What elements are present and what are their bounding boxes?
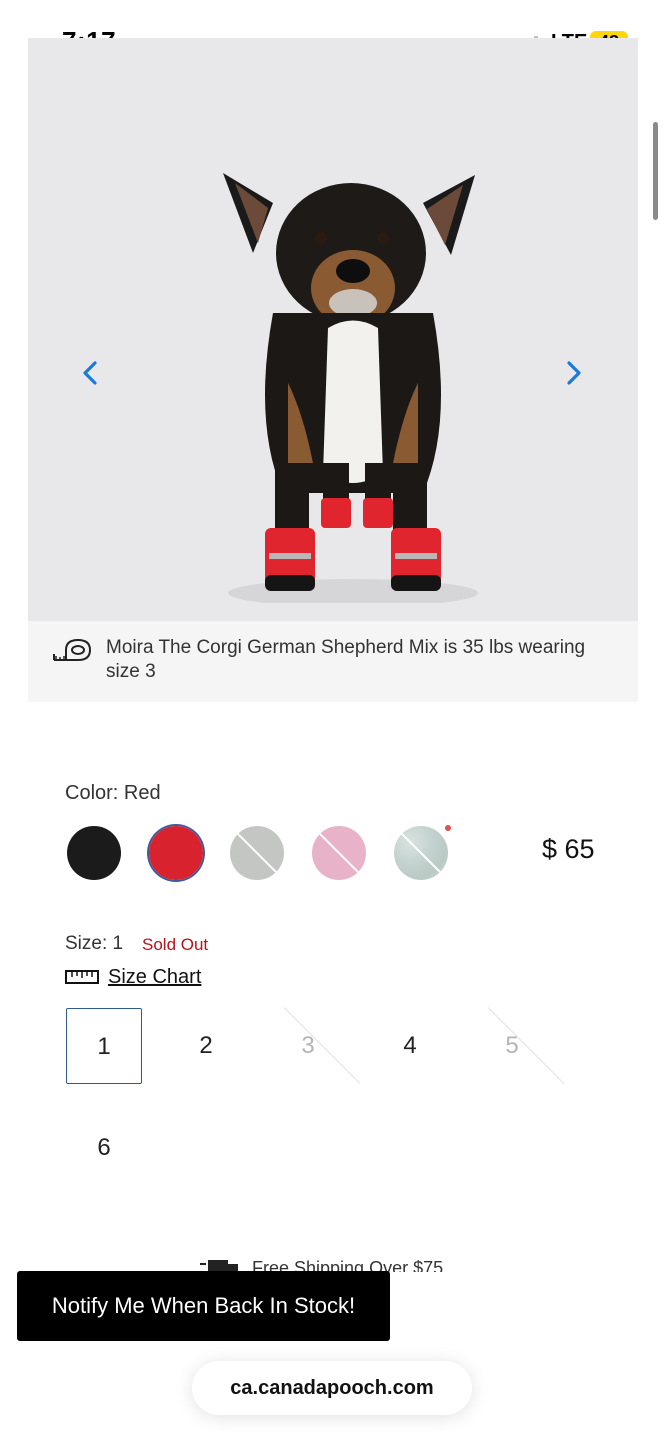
shipping-text: Free Shipping Over $75 <box>252 1258 444 1272</box>
swatch-black-fill <box>67 826 121 880</box>
color-label: Color: Red <box>65 782 161 804</box>
fit-caption: Moira The Corgi German Shepherd Mix is 3… <box>28 621 638 702</box>
ruler-icon <box>65 970 99 984</box>
swatch-grey[interactable] <box>230 826 284 880</box>
size-option-1[interactable]: 1 <box>66 1008 142 1084</box>
size-option-3[interactable]: 3 <box>270 1006 361 1085</box>
size-option-5[interactable]: 5 <box>474 1006 565 1085</box>
caption-text: Moira The Corgi German Shepherd Mix is 3… <box>106 637 586 682</box>
size-chart-link[interactable]: Size Chart <box>108 966 201 989</box>
size-option-label: 4 <box>403 1032 417 1059</box>
swatch-pink[interactable] <box>312 826 366 880</box>
unavailable-strike <box>487 1006 565 1085</box>
size-option-2[interactable]: 2 <box>168 1008 244 1084</box>
url-bar[interactable]: ca.canadapooch.com <box>192 1361 472 1415</box>
size-label: Size: 1 <box>65 933 124 954</box>
product-price: $ 65 <box>542 834 595 864</box>
size-option-4[interactable]: 4 <box>372 1008 448 1084</box>
swatch-red[interactable] <box>149 826 203 880</box>
size-option-6[interactable]: 6 <box>66 1110 142 1186</box>
swatch-camo[interactable] <box>394 826 448 880</box>
shipping-note: Free Shipping Over $75 <box>200 1258 470 1272</box>
size-option-label: 6 <box>97 1134 111 1161</box>
tape-measure-icon <box>53 638 92 661</box>
swatch-dot <box>445 825 451 831</box>
notify-back-in-stock-button[interactable]: Notify Me When Back In Stock! <box>17 1271 390 1341</box>
swatch-red-fill <box>149 826 203 880</box>
size-option-label: 1 <box>97 1033 111 1060</box>
scrollbar[interactable] <box>653 122 658 220</box>
size-option-label: 2 <box>199 1032 213 1059</box>
unavailable-strike <box>283 1006 361 1085</box>
dog-photo <box>223 173 478 603</box>
product-image-carousel[interactable] <box>28 38 638 621</box>
sold-out-badge: Sold Out <box>142 935 209 954</box>
chevron-left-icon[interactable] <box>76 358 106 388</box>
swatch-black[interactable] <box>67 826 121 880</box>
chevron-right-icon[interactable] <box>558 358 588 388</box>
